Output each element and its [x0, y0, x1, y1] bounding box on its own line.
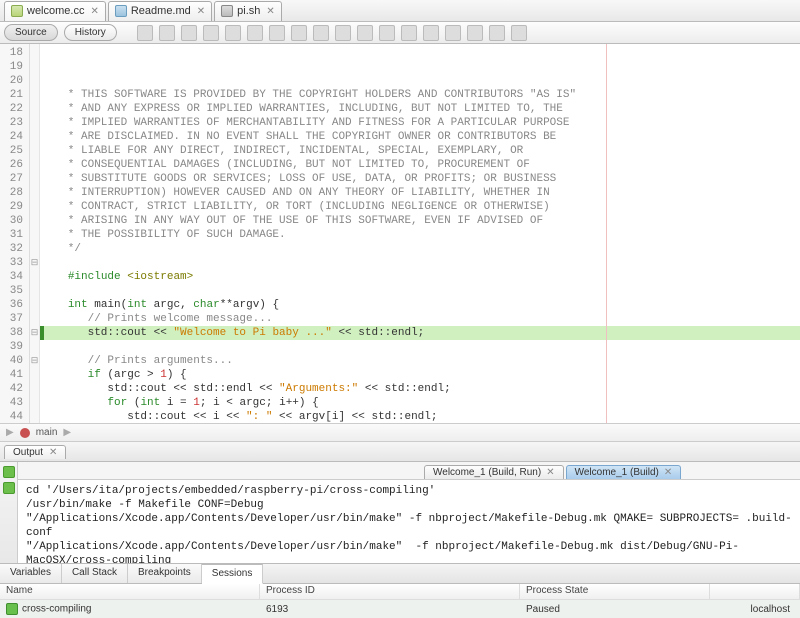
- close-icon[interactable]: ✕: [664, 467, 672, 478]
- file-tab-label: pi.sh: [237, 5, 260, 17]
- toolbar-icon[interactable]: [379, 25, 395, 41]
- file-tab-readme[interactable]: Readme.md ✕: [108, 1, 212, 21]
- toolbar-icon[interactable]: [247, 25, 263, 41]
- editor-toolbar: [137, 25, 527, 41]
- close-icon[interactable]: ✕: [197, 6, 205, 17]
- session-host: localhost: [710, 604, 800, 615]
- session-name: cross-compiling: [22, 604, 91, 615]
- toolbar-icon[interactable]: [269, 25, 285, 41]
- col-header-state[interactable]: Process State: [520, 584, 710, 599]
- file-tab-welcome[interactable]: welcome.cc ✕: [4, 1, 106, 21]
- function-icon: [20, 428, 30, 438]
- chevron-right-icon: ▶: [63, 427, 71, 438]
- close-icon[interactable]: ✕: [266, 6, 274, 17]
- console-output[interactable]: cd '/Users/ita/projects/embedded/raspber…: [18, 480, 800, 563]
- line-number-gutter: 1819202122232425262728293031323334353637…: [0, 44, 30, 423]
- toolbar-icon[interactable]: [159, 25, 175, 41]
- source-tab[interactable]: Source: [4, 24, 58, 41]
- toolbar-icon[interactable]: [489, 25, 505, 41]
- editor-sub-tabbar: Source History: [0, 22, 800, 44]
- col-header-pid[interactable]: Process ID: [260, 584, 520, 599]
- toolbar-icon[interactable]: [401, 25, 417, 41]
- file-tab-label: Readme.md: [131, 5, 191, 17]
- session-row[interactable]: cross-compiling 6193 Paused localhost: [0, 600, 800, 618]
- rerun-button[interactable]: [3, 482, 15, 494]
- close-icon[interactable]: ✕: [49, 447, 57, 458]
- toolbar-icon[interactable]: [313, 25, 329, 41]
- run-tab-label: Welcome_1 (Build, Run): [433, 467, 541, 478]
- toolbar-icon[interactable]: [511, 25, 527, 41]
- toolbar-icon[interactable]: [423, 25, 439, 41]
- process-icon: [6, 603, 18, 615]
- tab-variables[interactable]: Variables: [0, 564, 62, 583]
- output-panel: Welcome_1 (Build, Run) ✕ Welcome_1 (Buil…: [0, 462, 800, 564]
- output-tab[interactable]: Output ✕: [4, 445, 66, 459]
- tab-sessions[interactable]: Sessions: [202, 564, 264, 584]
- output-tab-label: Output: [13, 447, 43, 458]
- md-file-icon: [115, 5, 127, 17]
- output-side-buttons: [0, 462, 18, 563]
- toolbar-icon[interactable]: [225, 25, 241, 41]
- toolbar-icon[interactable]: [357, 25, 373, 41]
- cpp-file-icon: [11, 5, 23, 17]
- toolbar-icon[interactable]: [445, 25, 461, 41]
- output-tabbar: Output ✕: [0, 442, 800, 462]
- toolbar-icon[interactable]: [137, 25, 153, 41]
- close-icon[interactable]: ✕: [546, 467, 554, 478]
- run-tab-buildrun[interactable]: Welcome_1 (Build, Run) ✕: [424, 465, 564, 479]
- code-editor[interactable]: * THIS SOFTWARE IS PROVIDED BY THE COPYR…: [40, 44, 800, 423]
- run-tab-build[interactable]: Welcome_1 (Build) ✕: [566, 465, 682, 479]
- toolbar-icon[interactable]: [203, 25, 219, 41]
- toolbar-icon[interactable]: [291, 25, 307, 41]
- right-margin-line: [606, 44, 607, 423]
- sessions-header-row: Name Process ID Process State: [0, 584, 800, 600]
- file-tab-pish[interactable]: pi.sh ✕: [214, 1, 282, 21]
- rerun-button[interactable]: [3, 466, 15, 478]
- run-tab-label: Welcome_1 (Build): [575, 467, 659, 478]
- history-tab[interactable]: History: [64, 24, 117, 41]
- sh-file-icon: [221, 5, 233, 17]
- toolbar-icon[interactable]: [181, 25, 197, 41]
- debugger-tabbar: Variables Call Stack Breakpoints Session…: [0, 564, 800, 584]
- toolbar-icon[interactable]: [335, 25, 351, 41]
- tab-callstack[interactable]: Call Stack: [62, 564, 128, 583]
- breadcrumb-bar: ▶ main ▶: [0, 424, 800, 442]
- toolbar-icon[interactable]: [467, 25, 483, 41]
- col-header-host[interactable]: [710, 584, 800, 599]
- session-pid: 6193: [260, 604, 520, 615]
- file-tab-bar: welcome.cc ✕ Readme.md ✕ pi.sh ✕: [0, 0, 800, 22]
- session-state: Paused: [520, 604, 710, 615]
- fold-gutter[interactable]: ⊟⊟⊟: [30, 44, 40, 423]
- chevron-right-icon: ▶: [6, 427, 14, 438]
- file-tab-label: welcome.cc: [27, 5, 84, 17]
- editor-area[interactable]: 1819202122232425262728293031323334353637…: [0, 44, 800, 424]
- tab-breakpoints[interactable]: Breakpoints: [128, 564, 202, 583]
- close-icon[interactable]: ✕: [90, 6, 98, 17]
- breadcrumb-function[interactable]: main: [36, 427, 58, 438]
- run-tab-row: Welcome_1 (Build, Run) ✕ Welcome_1 (Buil…: [18, 462, 800, 480]
- col-header-name[interactable]: Name: [0, 584, 260, 599]
